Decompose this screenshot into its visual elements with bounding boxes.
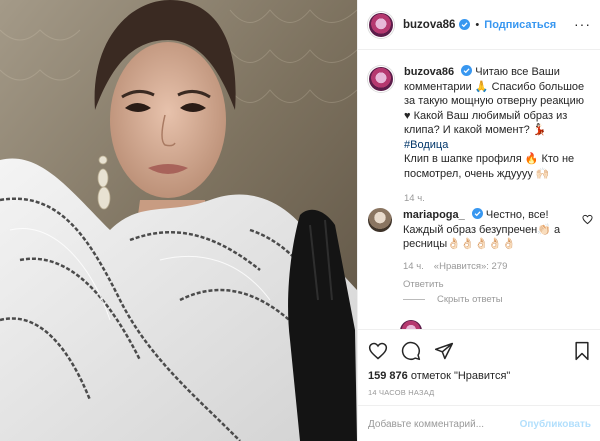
author-username[interactable]: buzova86 (403, 19, 455, 31)
header-separator: • (475, 18, 480, 31)
caption-avatar[interactable] (368, 66, 394, 92)
post-time[interactable]: 14 ЧАСОВ НАЗАД (368, 388, 434, 397)
comment-body: mariapoga_ Честно, все! Каждый образ без… (403, 208, 575, 293)
caption-comment: buzova86 Читаю все Ваши комментарии 🙏 Сп… (368, 65, 593, 207)
author-avatar[interactable] (368, 11, 394, 38)
post-photo[interactable] (0, 0, 357, 441)
likes-count[interactable]: 159 876 отметок "Нравится" (368, 370, 510, 382)
likes-label: отметок "Нравится" (410, 370, 511, 382)
publish-button[interactable]: Опубликовать (520, 419, 591, 430)
verified-badge-icon (461, 65, 473, 76)
comment-time[interactable]: 14 ч. (403, 260, 424, 275)
post-actions: 159 876 отметок "Нравится" 14 ЧАСОВ НАЗА… (358, 329, 600, 441)
portrait-photo (0, 0, 357, 441)
heart-icon[interactable] (582, 214, 593, 225)
reply-avatar[interactable] (400, 320, 422, 329)
follow-button[interactable]: Подписаться (484, 19, 556, 31)
share-icon[interactable] (434, 341, 454, 361)
heart-icon[interactable] (368, 341, 388, 361)
comments-list[interactable]: buzova86 Читаю все Ваши комментарии 🙏 Сп… (358, 51, 600, 329)
commenter-avatar[interactable] (368, 208, 392, 232)
comment-input[interactable] (368, 418, 518, 430)
caption-hashtag[interactable]: #Водица (404, 138, 592, 153)
reply-button[interactable]: Ответить (403, 278, 575, 293)
likes-number: 159 876 (368, 370, 408, 382)
ellipsis-icon[interactable]: ··· (574, 17, 591, 31)
comment-item: mariapoga_ Честно, все! Каждый образ без… (368, 208, 593, 293)
verified-badge-icon (459, 19, 471, 30)
add-comment-bar: Опубликовать (358, 405, 600, 441)
caption-text-2: Клип в шапке профиля 🔥 Кто не посмотрел,… (404, 153, 575, 180)
post-side-panel: buzova86 • Подписаться ··· buzova86 Чита… (357, 0, 600, 441)
post-header: buzova86 • Подписаться ··· (358, 0, 600, 50)
hide-replies-label: Скрыть ответы (437, 294, 503, 305)
bookmark-icon[interactable] (573, 341, 591, 361)
verified-badge-icon (471, 208, 483, 219)
replies-divider (403, 299, 425, 300)
caption-body: buzova86 Читаю все Ваши комментарии 🙏 Сп… (404, 65, 592, 207)
comment-meta: 14 ч. «Нравится»: 279 (403, 260, 575, 275)
caption-username[interactable]: buzova86 (404, 66, 454, 78)
comment-likes[interactable]: «Нравится»: 279 (434, 260, 508, 275)
action-icons (368, 341, 454, 361)
instagram-post: buzova86 • Подписаться ··· buzova86 Чита… (0, 0, 600, 441)
comment-icon[interactable] (401, 341, 421, 361)
hide-replies-button[interactable]: Скрыть ответы (403, 294, 503, 305)
comment-username[interactable]: mariapoga_ (403, 209, 465, 221)
caption-time[interactable]: 14 ч. (404, 192, 592, 207)
